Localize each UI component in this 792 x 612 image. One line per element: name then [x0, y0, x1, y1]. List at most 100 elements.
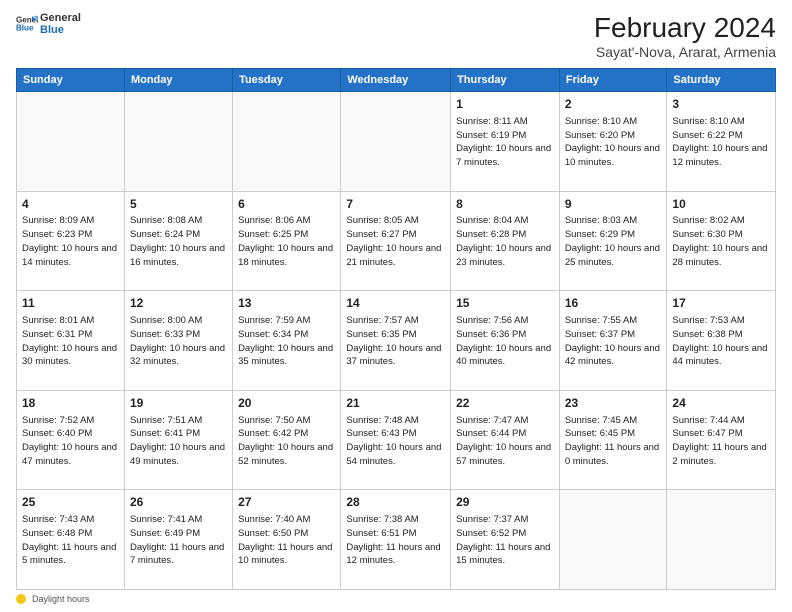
- location: Sayat'-Nova, Ararat, Armenia: [594, 44, 776, 60]
- day-number: 8: [456, 196, 554, 213]
- calendar-table: SundayMondayTuesdayWednesdayThursdayFrid…: [16, 68, 776, 590]
- calendar-day-header: Tuesday: [233, 69, 341, 92]
- calendar-cell: [124, 92, 232, 192]
- day-info: Sunrise: 7:47 AM Sunset: 6:44 PM Dayligh…: [456, 414, 554, 469]
- day-number: 3: [672, 96, 770, 113]
- day-number: 11: [22, 295, 119, 312]
- page: General Blue General Blue February 2024 …: [0, 0, 792, 612]
- day-info: Sunrise: 8:05 AM Sunset: 6:27 PM Dayligh…: [346, 214, 445, 269]
- day-info: Sunrise: 7:53 AM Sunset: 6:38 PM Dayligh…: [672, 314, 770, 369]
- calendar-cell: 21 Sunrise: 7:48 AM Sunset: 6:43 PM Dayli…: [341, 390, 451, 490]
- day-number: 27: [238, 494, 335, 511]
- day-number: 14: [346, 295, 445, 312]
- day-info: Sunrise: 7:44 AM Sunset: 6:47 PM Dayligh…: [672, 414, 770, 469]
- day-info: Sunrise: 8:10 AM Sunset: 6:22 PM Dayligh…: [672, 115, 770, 170]
- day-number: 28: [346, 494, 445, 511]
- calendar-cell: 29 Sunrise: 7:37 AM Sunset: 6:52 PM Dayli…: [451, 490, 560, 590]
- day-number: 7: [346, 196, 445, 213]
- day-number: 22: [456, 395, 554, 412]
- day-info: Sunrise: 7:38 AM Sunset: 6:51 PM Dayligh…: [346, 513, 445, 568]
- day-info: Sunrise: 8:10 AM Sunset: 6:20 PM Dayligh…: [565, 115, 662, 170]
- day-number: 17: [672, 295, 770, 312]
- day-number: 19: [130, 395, 227, 412]
- calendar-week-row: 11 Sunrise: 8:01 AM Sunset: 6:31 PM Dayli…: [17, 291, 776, 391]
- month-year: February 2024: [594, 12, 776, 44]
- day-number: 23: [565, 395, 662, 412]
- calendar-week-row: 4Sunrise: 8:09 AM Sunset: 6:23 PM Daylig…: [17, 191, 776, 291]
- day-info: Sunrise: 8:03 AM Sunset: 6:29 PM Dayligh…: [565, 214, 662, 269]
- day-number: 6: [238, 196, 335, 213]
- calendar-cell: 2 Sunrise: 8:10 AM Sunset: 6:20 PM Daylig…: [559, 92, 667, 192]
- day-number: 29: [456, 494, 554, 511]
- calendar-day-header: Monday: [124, 69, 232, 92]
- day-info: Sunrise: 7:43 AM Sunset: 6:48 PM Dayligh…: [22, 513, 119, 568]
- calendar-cell: 3 Sunrise: 8:10 AM Sunset: 6:22 PM Daylig…: [667, 92, 776, 192]
- calendar-cell: 19 Sunrise: 7:51 AM Sunset: 6:41 PM Dayli…: [124, 390, 232, 490]
- calendar-cell: 4Sunrise: 8:09 AM Sunset: 6:23 PM Daylig…: [17, 191, 125, 291]
- logo-general: General: [40, 12, 81, 24]
- day-info: Sunrise: 7:41 AM Sunset: 6:49 PM Dayligh…: [130, 513, 227, 568]
- footer-label: Daylight hours: [32, 594, 90, 604]
- day-number: 21: [346, 395, 445, 412]
- calendar-cell: 9Sunrise: 8:03 AM Sunset: 6:29 PM Daylig…: [559, 191, 667, 291]
- calendar-cell: 14Sunrise: 7:57 AM Sunset: 6:35 PM Dayli…: [341, 291, 451, 391]
- day-number: 25: [22, 494, 119, 511]
- calendar-cell: 1Sunrise: 8:11 AM Sunset: 6:19 PM Daylig…: [451, 92, 560, 192]
- day-info: Sunrise: 8:08 AM Sunset: 6:24 PM Dayligh…: [130, 214, 227, 269]
- title-block: February 2024 Sayat'-Nova, Ararat, Armen…: [594, 12, 776, 60]
- day-number: 4: [22, 196, 119, 213]
- day-number: 2: [565, 96, 662, 113]
- day-info: Sunrise: 7:55 AM Sunset: 6:37 PM Dayligh…: [565, 314, 662, 369]
- calendar-day-header: Sunday: [17, 69, 125, 92]
- calendar-cell: 22 Sunrise: 7:47 AM Sunset: 6:44 PM Dayli…: [451, 390, 560, 490]
- calendar-cell: [559, 490, 667, 590]
- calendar-day-header: Saturday: [667, 69, 776, 92]
- day-info: Sunrise: 7:37 AM Sunset: 6:52 PM Dayligh…: [456, 513, 554, 568]
- logo-blue: Blue: [40, 24, 81, 36]
- calendar-cell: 7Sunrise: 8:05 AM Sunset: 6:27 PM Daylig…: [341, 191, 451, 291]
- day-number: 12: [130, 295, 227, 312]
- day-info: Sunrise: 8:01 AM Sunset: 6:31 PM Dayligh…: [22, 314, 119, 369]
- calendar-week-row: 1Sunrise: 8:11 AM Sunset: 6:19 PM Daylig…: [17, 92, 776, 192]
- day-info: Sunrise: 7:51 AM Sunset: 6:41 PM Dayligh…: [130, 414, 227, 469]
- calendar-cell: [667, 490, 776, 590]
- day-info: Sunrise: 7:50 AM Sunset: 6:42 PM Dayligh…: [238, 414, 335, 469]
- calendar-cell: [341, 92, 451, 192]
- calendar-cell: 17 Sunrise: 7:53 AM Sunset: 6:38 PM Dayli…: [667, 291, 776, 391]
- calendar-cell: 24Sunrise: 7:44 AM Sunset: 6:47 PM Dayli…: [667, 390, 776, 490]
- calendar-header-row: SundayMondayTuesdayWednesdayThursdayFrid…: [17, 69, 776, 92]
- calendar-cell: 6Sunrise: 8:06 AM Sunset: 6:25 PM Daylig…: [233, 191, 341, 291]
- calendar-day-header: Friday: [559, 69, 667, 92]
- calendar-day-header: Wednesday: [341, 69, 451, 92]
- calendar-cell: 10Sunrise: 8:02 AM Sunset: 6:30 PM Dayli…: [667, 191, 776, 291]
- day-info: Sunrise: 7:56 AM Sunset: 6:36 PM Dayligh…: [456, 314, 554, 369]
- day-info: Sunrise: 8:00 AM Sunset: 6:33 PM Dayligh…: [130, 314, 227, 369]
- calendar-cell: [233, 92, 341, 192]
- day-number: 10: [672, 196, 770, 213]
- day-info: Sunrise: 7:52 AM Sunset: 6:40 PM Dayligh…: [22, 414, 119, 469]
- svg-text:Blue: Blue: [16, 24, 34, 33]
- logo: General Blue General Blue: [16, 12, 81, 36]
- calendar-cell: 8Sunrise: 8:04 AM Sunset: 6:28 PM Daylig…: [451, 191, 560, 291]
- day-number: 13: [238, 295, 335, 312]
- calendar-cell: 16Sunrise: 7:55 AM Sunset: 6:37 PM Dayli…: [559, 291, 667, 391]
- day-info: Sunrise: 8:11 AM Sunset: 6:19 PM Dayligh…: [456, 115, 554, 170]
- day-number: 15: [456, 295, 554, 312]
- calendar-cell: 12 Sunrise: 8:00 AM Sunset: 6:33 PM Dayli…: [124, 291, 232, 391]
- header: General Blue General Blue February 2024 …: [16, 12, 776, 60]
- day-number: 9: [565, 196, 662, 213]
- calendar-day-header: Thursday: [451, 69, 560, 92]
- calendar-week-row: 18 Sunrise: 7:52 AM Sunset: 6:40 PM Dayli…: [17, 390, 776, 490]
- day-info: Sunrise: 8:06 AM Sunset: 6:25 PM Dayligh…: [238, 214, 335, 269]
- calendar-cell: 26 Sunrise: 7:41 AM Sunset: 6:49 PM Dayli…: [124, 490, 232, 590]
- calendar-cell: 15 Sunrise: 7:56 AM Sunset: 6:36 PM Dayli…: [451, 291, 560, 391]
- day-number: 20: [238, 395, 335, 412]
- day-number: 26: [130, 494, 227, 511]
- calendar-cell: 28 Sunrise: 7:38 AM Sunset: 6:51 PM Dayli…: [341, 490, 451, 590]
- day-number: 18: [22, 395, 119, 412]
- calendar-cell: 27Sunrise: 7:40 AM Sunset: 6:50 PM Dayli…: [233, 490, 341, 590]
- day-info: Sunrise: 7:48 AM Sunset: 6:43 PM Dayligh…: [346, 414, 445, 469]
- calendar-cell: 25 Sunrise: 7:43 AM Sunset: 6:48 PM Dayli…: [17, 490, 125, 590]
- calendar-cell: 5Sunrise: 8:08 AM Sunset: 6:24 PM Daylig…: [124, 191, 232, 291]
- calendar-cell: 23Sunrise: 7:45 AM Sunset: 6:45 PM Dayli…: [559, 390, 667, 490]
